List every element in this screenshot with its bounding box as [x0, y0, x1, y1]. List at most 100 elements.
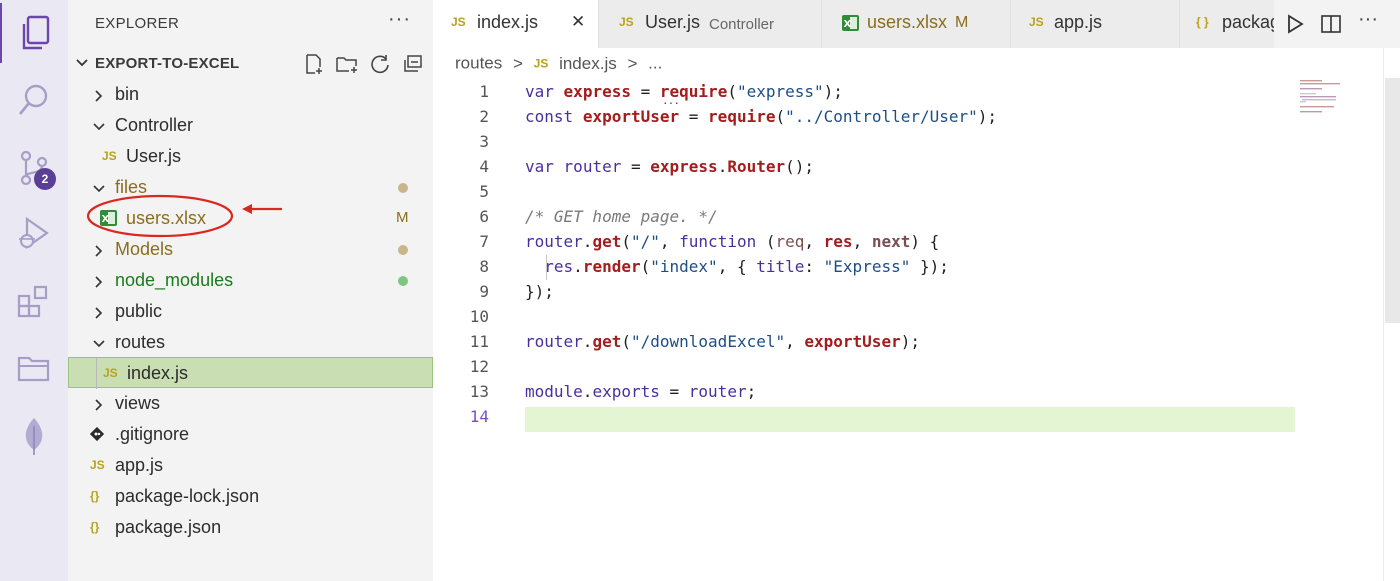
tab-label: packag: [1222, 12, 1281, 32]
tree-item-label: package.json: [115, 517, 222, 537]
js-file-icon: JS: [451, 15, 466, 29]
close-icon[interactable]: ✕: [571, 12, 585, 32]
chevron-right-icon: [92, 396, 106, 417]
tree-folder-controller[interactable]: Controller: [68, 110, 433, 141]
chevron-right-icon: [92, 242, 106, 263]
extensions-icon[interactable]: [0, 272, 68, 332]
tree-item-label: bin: [115, 84, 140, 104]
chevron-down-icon: [74, 55, 90, 76]
explorer-title: EXPLORER: [95, 15, 180, 32]
code-line: 9});: [479, 282, 554, 301]
breadcrumb-separator: >: [512, 53, 523, 73]
activity-bar: 2: [0, 0, 68, 581]
tree-file-package-lock-json[interactable]: {} package-lock.json: [68, 481, 433, 512]
new-folder-icon[interactable]: [334, 53, 359, 75]
hover-dots: ···: [663, 94, 680, 110]
tree-item-label: .gitignore: [115, 424, 190, 444]
json-file-icon: {}: [90, 520, 100, 534]
git-file-icon: [89, 426, 105, 444]
code-line: 13 module.exports = router;: [469, 382, 757, 401]
code-line: 5: [479, 182, 489, 201]
scrollbar-thumb[interactable]: [1385, 78, 1400, 323]
js-file-icon: JS: [533, 56, 549, 71]
project-header[interactable]: EXPORT-TO-EXCEL: [68, 49, 433, 79]
json-file-icon: {}: [90, 489, 100, 503]
tree-item-label: app.js: [115, 455, 164, 475]
tree-item-label: node_modules: [115, 270, 234, 290]
tab-app-js[interactable]: JS app.js: [1011, 0, 1180, 48]
source-control-badge: 2: [34, 168, 56, 190]
more-actions-icon[interactable]: ···: [1358, 8, 1378, 31]
annotation-highlight: [86, 194, 282, 238]
run-debug-icon[interactable]: [0, 204, 68, 264]
breadcrumb-separator: >: [627, 53, 638, 73]
code-line: 8 res.render("index", { title: "Express"…: [479, 257, 949, 276]
tree-folder-bin[interactable]: bin: [68, 79, 433, 110]
svg-text:X: X: [844, 19, 852, 30]
tree-folder-routes[interactable]: routes: [68, 327, 433, 358]
tab-user-js[interactable]: JS User.js Controller: [599, 0, 822, 48]
tree-item-label: Controller: [115, 115, 194, 135]
code-line: 11 router.get("/downloadExcel", exportUse…: [469, 332, 920, 351]
modified-status: M: [396, 209, 409, 226]
new-file-icon[interactable]: [301, 53, 326, 75]
tab-label: app.js: [1054, 12, 1103, 32]
indent-guide: [96, 358, 97, 389]
breadcrumb-file[interactable]: index.js: [559, 54, 617, 73]
tree-item-label: public: [115, 301, 163, 321]
leaf-icon[interactable]: [0, 406, 68, 466]
source-control-icon[interactable]: 2: [0, 138, 68, 198]
chevron-right-icon: [92, 273, 106, 294]
tree-file-index-js[interactable]: JS index.js: [68, 357, 433, 389]
js-file-icon: JS: [103, 366, 118, 380]
code-line: 10: [469, 307, 489, 326]
editor-actions: ···: [1274, 0, 1400, 48]
code-line: 4 var router = express.Router();: [479, 157, 815, 176]
project-name: EXPORT-TO-EXCEL: [95, 55, 240, 72]
tree-folder-views[interactable]: views: [68, 388, 433, 419]
chevron-down-icon: [92, 118, 106, 139]
breadcrumb: routes > JS index.js > ...: [455, 53, 662, 74]
tab-label: User.js: [645, 12, 701, 32]
js-file-icon: JS: [619, 15, 634, 29]
indent-guide: [546, 255, 547, 280]
code-line: 12: [469, 357, 489, 376]
tree-file-package-json[interactable]: {} package.json: [68, 512, 433, 543]
js-file-icon: JS: [102, 149, 117, 163]
code-editor[interactable]: 1 var express = require("express"); 2 cons…: [433, 78, 1400, 581]
breadcrumb-symbols[interactable]: ...: [648, 54, 662, 73]
tree-file-user-js[interactable]: JS User.js: [68, 141, 433, 172]
refresh-icon[interactable]: [367, 53, 392, 75]
collapse-all-icon[interactable]: [400, 53, 425, 75]
code-line: 1 var express = require("express");: [479, 82, 843, 101]
run-icon[interactable]: [1284, 13, 1306, 40]
code-line: 14: [469, 407, 489, 426]
chevron-right-icon: [92, 304, 106, 325]
minimap[interactable]: [1296, 78, 1386, 118]
breadcrumb-folder[interactable]: routes: [455, 54, 502, 73]
explorer-icon[interactable]: [0, 3, 68, 63]
tree-item-label: views: [115, 393, 161, 413]
split-editor-icon[interactable]: [1320, 13, 1342, 40]
tab-index-js[interactable]: JS index.js ✕: [433, 0, 599, 48]
json-file-icon: { }: [1196, 15, 1209, 29]
tree-file-gitignore[interactable]: .gitignore: [68, 419, 433, 450]
folder-icon[interactable]: [0, 338, 68, 398]
untracked-dot: [398, 276, 408, 286]
tree-folder-public[interactable]: public: [68, 296, 433, 327]
more-actions-button[interactable]: ···: [388, 8, 411, 31]
tree-file-app-js[interactable]: JS app.js: [68, 450, 433, 481]
tree-item-label: index.js: [127, 363, 189, 383]
tab-label: index.js: [477, 12, 539, 32]
excel-file-icon: X: [842, 15, 859, 34]
modified-status: M: [955, 14, 969, 31]
modified-dot: [398, 245, 408, 255]
js-file-icon: JS: [90, 458, 105, 472]
search-icon[interactable]: [0, 70, 68, 130]
tab-users-xlsx[interactable]: X users.xlsx M: [822, 0, 1011, 48]
tree-folder-node-modules[interactable]: node_modules: [68, 265, 433, 296]
code-line: 3: [479, 132, 489, 151]
tree-item-label: routes: [115, 332, 166, 352]
tab-description: Controller: [709, 16, 775, 33]
code-line: 2 const exportUser = require("../Controll…: [479, 107, 998, 126]
